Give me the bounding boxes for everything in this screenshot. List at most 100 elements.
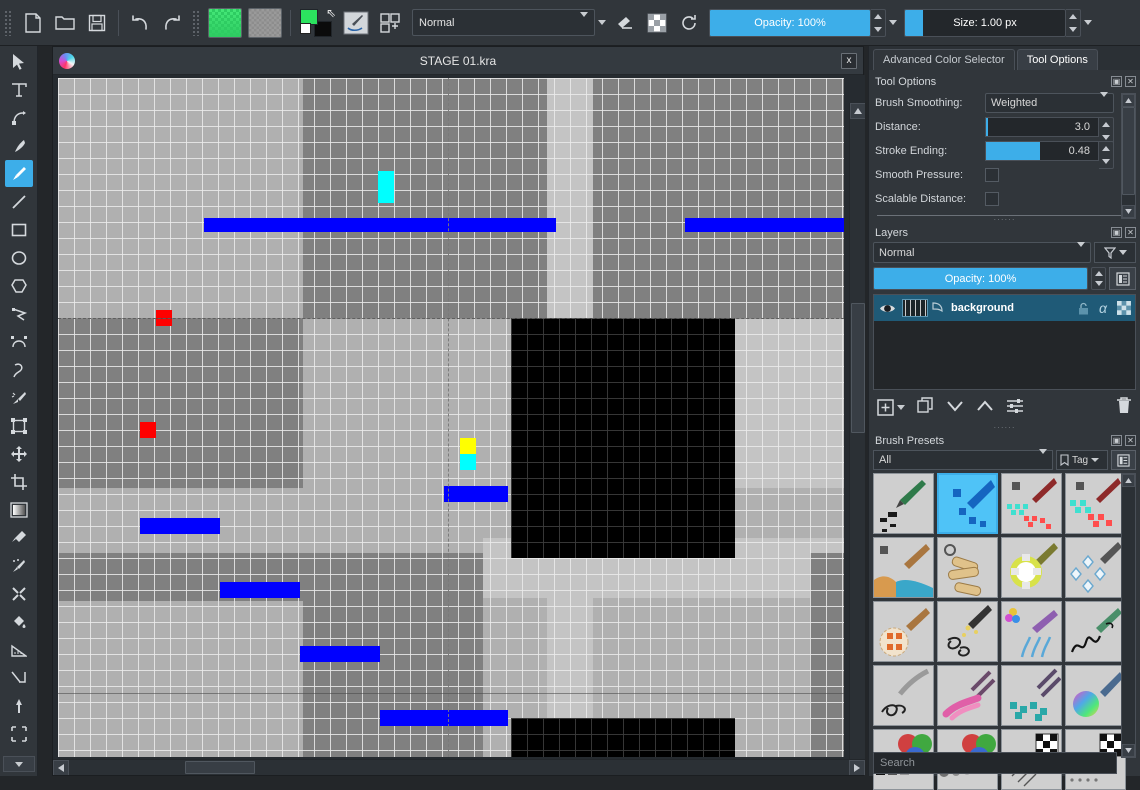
horizontal-scroll-thumb[interactable] (185, 761, 255, 774)
stroke-ending-stepper[interactable] (1099, 141, 1114, 169)
save-document-icon[interactable] (82, 8, 112, 38)
brush-preset-pen-circle-yellow[interactable] (1001, 537, 1062, 598)
opacity-options-caret[interactable] (886, 20, 900, 25)
reference-images-tool[interactable] (5, 692, 33, 719)
tool-options-scroll-thumb[interactable] (1122, 107, 1135, 195)
brush-preset-ink-gpen-textured[interactable] (873, 473, 934, 534)
size-spinner[interactable] (1066, 9, 1081, 37)
opacity-slider[interactable]: Opacity: 100% (709, 9, 871, 37)
scroll-left-icon[interactable] (53, 760, 69, 775)
layer-filter-dropdown[interactable] (1094, 242, 1136, 263)
blend-mode-dropdown[interactable]: Normal (412, 9, 595, 36)
close-panel-icon[interactable]: ✕ (1125, 76, 1136, 87)
scroll-up-icon[interactable] (1122, 474, 1135, 487)
dynamic-brush-tool[interactable] (5, 384, 33, 411)
distance-spinbox[interactable]: 3.0 (985, 117, 1114, 137)
canvas-horizontal-scrollbar[interactable] (53, 759, 865, 775)
gradient-tool[interactable] (5, 496, 33, 523)
close-icon[interactable]: x (841, 53, 857, 69)
ellipse-tool[interactable] (5, 244, 33, 271)
document-title-bar[interactable]: STAGE 01.kra x (53, 47, 863, 75)
stroke-ending-spinbox[interactable]: 0.48 (985, 141, 1114, 161)
add-layer-button[interactable] (877, 399, 905, 416)
swap-colors-icon[interactable]: ⇖ (326, 6, 336, 20)
guide-vertical[interactable] (448, 78, 449, 757)
measure-tool[interactable] (5, 636, 33, 663)
tab-advanced-color-selector[interactable]: Advanced Color Selector (873, 49, 1015, 70)
close-panel-icon[interactable]: ✕ (1125, 435, 1136, 446)
shape-select-tool[interactable] (5, 48, 33, 75)
layer-lock-icon[interactable] (1073, 302, 1093, 315)
eraser-toggle-icon[interactable] (610, 8, 640, 38)
opacity-spinner[interactable] (871, 9, 886, 37)
brush-preset-grid[interactable] (869, 473, 1140, 790)
assistant-tool[interactable] (5, 664, 33, 691)
stroke-ending-field[interactable]: 0.48 (985, 141, 1099, 161)
brush-preset-ink-splat-dots[interactable] (937, 601, 998, 662)
scroll-right-icon[interactable] (849, 760, 865, 775)
brush-preset-pen-pattern-blue[interactable] (1065, 537, 1126, 598)
pattern-swatch[interactable] (248, 8, 282, 38)
brush-smoothing-dropdown[interactable]: Weighted (985, 93, 1114, 113)
close-panel-icon[interactable]: ✕ (1125, 227, 1136, 238)
toolbar-grip-2[interactable] (192, 10, 201, 36)
brush-preset-filter-dropdown[interactable]: All (873, 450, 1053, 470)
layer-opacity-stepper[interactable] (1091, 267, 1106, 290)
foreground-background-color-selector[interactable]: ⇖ (300, 7, 334, 39)
toolbox-overflow-button[interactable] (3, 756, 35, 772)
move-tool[interactable] (5, 440, 33, 467)
artboard[interactable] (58, 78, 844, 757)
panel-resize-handle-2[interactable]: ······ (869, 424, 1140, 431)
move-layer-down-button[interactable] (946, 399, 964, 416)
canvas-vertical-scrollbar[interactable] (849, 103, 865, 775)
polyline-tool[interactable] (5, 300, 33, 327)
new-document-icon[interactable] (18, 8, 48, 38)
text-tool[interactable] (5, 76, 33, 103)
canvas-viewport[interactable] (53, 75, 865, 775)
brush-preset-pixel-brush-selected[interactable] (937, 473, 998, 534)
freehand-path-tool[interactable] (5, 356, 33, 383)
brush-preset-brushes-teal-dots[interactable] (1001, 665, 1062, 726)
brush-preset-ink-pen-dots-red-2[interactable] (1065, 473, 1126, 534)
layer-view-options-button[interactable] (1109, 267, 1136, 290)
move-layer-up-button[interactable] (976, 399, 994, 416)
brush-preset-brushes-pink-stroke[interactable] (937, 665, 998, 726)
transform-tool[interactable] (5, 412, 33, 439)
tab-tool-options[interactable]: Tool Options (1017, 49, 1098, 70)
table-row[interactable]: background α (874, 295, 1135, 321)
brush-preset-airbrush-soft-blue[interactable] (873, 537, 934, 598)
edit-shapes-tool[interactable] (5, 104, 33, 131)
brush-presets-scrollbar[interactable] (1121, 473, 1136, 758)
layer-alpha-checker-icon[interactable] (1113, 301, 1135, 315)
layer-alpha-icon[interactable]: α (1093, 300, 1113, 316)
preserve-alpha-icon[interactable] (642, 8, 672, 38)
layer-opacity-slider[interactable]: Opacity: 100% (873, 267, 1088, 290)
scroll-down-icon[interactable] (1122, 205, 1135, 218)
scalable-distance-checkbox[interactable] (985, 192, 999, 206)
layer-properties-button[interactable] (1006, 398, 1024, 417)
crop-tool[interactable] (5, 468, 33, 495)
open-document-icon[interactable] (50, 8, 80, 38)
brush-preset-color-wheel-brush[interactable] (1065, 665, 1126, 726)
fill-tool[interactable] (5, 608, 33, 635)
freehand-brush-tool[interactable] (5, 160, 33, 187)
smooth-pressure-checkbox[interactable] (985, 168, 999, 182)
rectangular-select-tool[interactable] (5, 720, 33, 747)
scroll-up-icon[interactable] (850, 103, 865, 119)
brush-preset-tag-button[interactable]: Tag (1056, 450, 1108, 470)
size-slider[interactable]: Size: 1.00 px (904, 9, 1066, 37)
brush-preset-feather-sketch[interactable] (873, 665, 934, 726)
line-tool[interactable] (5, 188, 33, 215)
brush-preset-pen-circle-orange[interactable] (873, 601, 934, 662)
distance-field[interactable]: 3.0 (985, 117, 1099, 137)
onion-skin-icon[interactable] (929, 302, 945, 314)
reset-colors-icon[interactable] (300, 23, 311, 34)
smart-patch-tool[interactable] (5, 580, 33, 607)
blend-mode-extra-caret[interactable] (595, 20, 609, 25)
scroll-up-icon[interactable] (1122, 94, 1135, 107)
panel-resize-handle-1[interactable]: ······ (869, 216, 1140, 223)
gradient-swatch[interactable] (208, 8, 242, 38)
reset-brush-icon[interactable] (674, 8, 704, 38)
brush-preset-ink-pen-dots-red[interactable] (1001, 473, 1062, 534)
layer-visibility-icon[interactable] (874, 302, 901, 315)
